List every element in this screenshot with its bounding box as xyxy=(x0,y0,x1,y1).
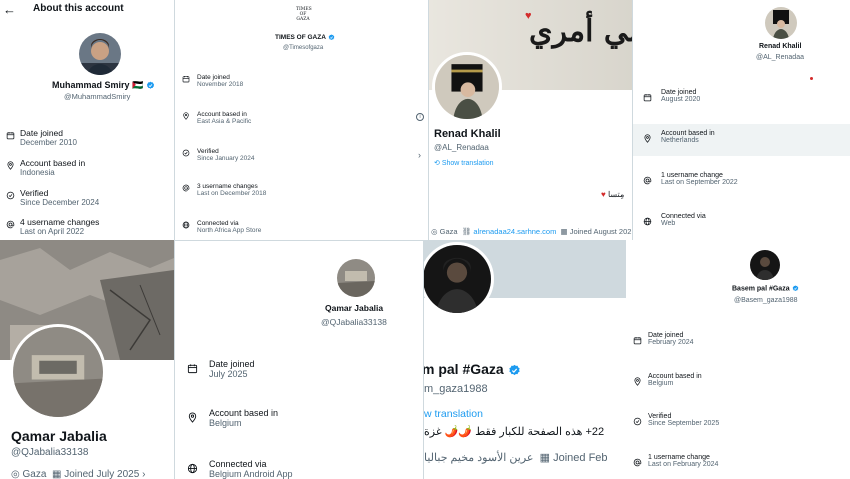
profile-name: Qamar Jabalia xyxy=(11,428,107,444)
profile-name: Renad Khalil xyxy=(434,128,501,140)
show-translation-link[interactable]: w translation xyxy=(424,408,483,420)
profile-name: Renad Khalil xyxy=(759,43,802,50)
info-row-connected-via: Connected via Belgium Android App xyxy=(175,459,423,479)
location-pin-icon xyxy=(643,134,652,143)
location-pin-icon xyxy=(182,112,190,120)
profile-handle: @AL_Renadaa xyxy=(756,54,804,61)
calendar-icon: ▦ xyxy=(51,469,62,479)
bio-text: 22+ هذه الصفحة للكبار فقط 🌶️🌶️ غزة xyxy=(424,426,605,438)
globe-icon xyxy=(643,217,652,226)
link-icon: ⛓ xyxy=(461,227,472,236)
profile-handle: @AL_Renadaa xyxy=(434,143,489,152)
profile-name: Basem pal #Gaza xyxy=(732,285,799,292)
profile-name: Muhammad Smiry 🇵🇸 xyxy=(52,80,155,91)
avatar[interactable] xyxy=(10,324,106,420)
info-row-username-changes: 1 username change Last on February 2024 xyxy=(626,454,850,468)
calendar-icon xyxy=(6,131,15,140)
panel-times-of-gaza-about: TIMES OF GAZA TIMES OF GAZA @Timesofgaza… xyxy=(174,0,428,240)
calendar-icon: ▦ xyxy=(560,227,568,236)
info-row-date-joined: Date joined July 2025 xyxy=(175,359,423,379)
panel-renad-khalil-profile: ♥ لي أمري Renad Khalil @AL_Renadaa ⟲ Sho… xyxy=(428,0,632,240)
info-row-date-joined: Date joined February 2024 xyxy=(626,332,850,346)
verified-check-icon xyxy=(633,417,642,426)
location-pin-icon: ◎ xyxy=(11,469,20,479)
info-row-account-based: Account based in Indonesia xyxy=(0,158,174,177)
panel-qamar-jabalia-profile: Qamar Jabalia @QJabalia33138 ◎ Gaza ▦ Jo… xyxy=(0,240,174,479)
info-row-verified[interactable]: Verified Since January 2024 xyxy=(175,148,428,162)
profile-name: Qamar Jabalia xyxy=(325,303,384,313)
verified-check-icon xyxy=(182,149,190,157)
info-row-date-joined: Date joined December 2010 xyxy=(0,128,174,147)
panel-renad-khalil-about: Renad Khalil @AL_Renadaa Date joined Augu… xyxy=(632,0,850,240)
panel-basem-pal-profile: m pal #Gaza m_gaza1988 w translation 22+… xyxy=(424,240,626,479)
globe-icon xyxy=(182,221,190,229)
calendar-icon xyxy=(182,75,190,83)
profile-name: m pal #Gaza xyxy=(424,361,521,377)
status-dot xyxy=(810,77,813,80)
profile-link[interactable]: alrenadaa24.sarhne.com xyxy=(473,227,556,236)
info-row-verified: Verified Since December 2024 xyxy=(0,188,174,207)
back-arrow-icon[interactable]: ← xyxy=(3,2,16,17)
avatar[interactable] xyxy=(424,242,494,316)
calendar-icon xyxy=(633,336,642,345)
profile-handle: m_gaza1988 xyxy=(424,383,488,395)
verified-check-icon xyxy=(6,191,15,200)
info-row-account-based: Account based in Belgium xyxy=(175,408,423,428)
verified-badge-icon xyxy=(146,81,155,90)
profile-handle: @QJabalia33138 xyxy=(11,447,89,458)
globe-icon xyxy=(187,463,198,474)
at-sign-icon xyxy=(6,220,15,229)
at-sign-icon xyxy=(643,176,652,185)
location-pin-icon xyxy=(6,161,15,170)
chevron-right-icon[interactable]: › xyxy=(418,150,421,160)
info-icon[interactable]: i xyxy=(416,113,424,121)
calendar-icon: ▦ xyxy=(539,452,551,464)
info-row-username-changes: 1 username change Last on September 2022 xyxy=(633,172,850,186)
verified-badge-icon xyxy=(792,285,799,292)
calendar-icon xyxy=(187,363,198,374)
avatar[interactable] xyxy=(750,250,780,280)
info-row-username-changes: 3 username changes Last on December 2018 xyxy=(175,183,428,197)
profile-meta-row: عرين الأسود مخيم جباليا ▦ Joined Feb xyxy=(424,452,608,464)
info-row-verified: Verified Since September 2025 xyxy=(626,413,850,427)
profile-handle: @QJabalia33138 xyxy=(321,317,387,327)
panel-qamar-jabalia-about: Qamar Jabalia @QJabalia33138 Date joined… xyxy=(174,240,424,479)
info-row-account-based: Account based in East Asia & Pacific xyxy=(175,111,428,125)
show-translation-link[interactable]: ⟲ Show translation xyxy=(434,159,494,167)
info-row-username-changes: 4 username changes Last on April 2022 xyxy=(0,217,174,236)
avatar[interactable] xyxy=(337,259,375,297)
logo: TIMES OF GAZA xyxy=(296,7,312,22)
profile-handle: @MuhammadSmiry xyxy=(64,92,131,101)
profile-handle: @Timesofgaza xyxy=(283,45,324,51)
page-title: About this account xyxy=(33,3,124,14)
bio-fragment: ♥ مِتسا xyxy=(601,190,625,199)
info-row-date-joined: Date joined August 2020 xyxy=(633,89,850,103)
avatar[interactable] xyxy=(432,52,502,122)
verified-badge-icon xyxy=(328,34,335,41)
chevron-right-icon: › xyxy=(142,469,146,479)
profile-meta-row: ◎ Gaza ▦ Joined July 2025 › xyxy=(11,469,146,479)
info-row-account-based: Account based in Belgium xyxy=(626,373,850,387)
profile-name: TIMES OF GAZA xyxy=(275,34,335,41)
at-sign-icon xyxy=(182,184,190,192)
at-sign-icon xyxy=(633,458,642,467)
info-row-connected-via: Connected via North Africa App Store xyxy=(175,220,428,234)
panel-basem-pal-about: Basem pal #Gaza @Basem_gaza1988 Date joi… xyxy=(626,240,850,479)
panel-muhammad-smiry-about: ← About this account Muhammad Smiry 🇵🇸 @… xyxy=(0,0,174,240)
profile-handle: @Basem_gaza1988 xyxy=(734,297,798,304)
profile-meta-row: ◎ Gaza ⛓ alrenadaa24.sarhne.com ▦ Joined… xyxy=(431,227,632,236)
calendar-icon xyxy=(643,93,652,102)
info-row-date-joined: Date joined November 2018 xyxy=(175,74,428,88)
info-row-connected-via: Connected via Web xyxy=(633,213,850,227)
avatar[interactable] xyxy=(79,33,121,75)
location-pin-icon: ◎ xyxy=(431,227,438,236)
banner-calligraphy: لي أمري xyxy=(529,14,632,49)
verified-badge-icon xyxy=(508,364,521,377)
location-pin-icon xyxy=(633,377,642,386)
info-row-account-based[interactable]: Account based in Netherlands xyxy=(633,130,850,144)
avatar[interactable] xyxy=(765,7,797,39)
location-pin-icon xyxy=(187,412,198,423)
